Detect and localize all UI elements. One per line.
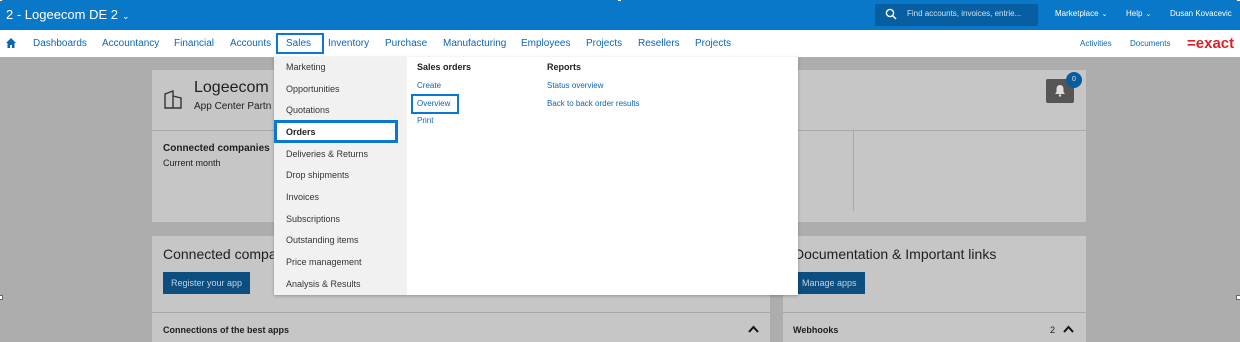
search-icon: [885, 8, 897, 20]
help-label: Help: [1126, 9, 1143, 18]
nav-resellers[interactable]: Resellers: [638, 38, 680, 49]
bell-icon: [1055, 85, 1065, 97]
connected-companies-title: Connected companies: [163, 143, 270, 154]
register-app-button[interactable]: Register your app: [163, 272, 251, 294]
resize-handle: [1236, 0, 1240, 2]
menu-item-analysis-results[interactable]: Analysis & Results: [286, 279, 361, 289]
nav-projects-2[interactable]: Projects: [695, 38, 731, 49]
menu-item-drop-shipments[interactable]: Drop shipments: [286, 170, 349, 180]
exact-logo: =exact: [1187, 35, 1235, 52]
webhooks-label: Webhooks: [793, 325, 839, 335]
nav-documents[interactable]: Documents: [1130, 39, 1170, 48]
chevron-down-icon: ⌄: [1145, 11, 1152, 18]
best-apps-label: Connections of the best apps: [163, 325, 290, 335]
menu-item-deliveries-returns[interactable]: Deliveries & Returns: [286, 149, 368, 159]
connected-panel-title: Connected compan: [163, 246, 285, 262]
menu-item-subscriptions[interactable]: Subscriptions: [286, 214, 340, 224]
divider: [783, 312, 1086, 313]
nav-inventory[interactable]: Inventory: [328, 38, 369, 49]
resize-handle: [1236, 295, 1240, 300]
nav-manufacturing[interactable]: Manufacturing: [443, 38, 506, 49]
menu-item-marketing[interactable]: Marketing: [286, 62, 326, 72]
link-back-to-back-order-results[interactable]: Back to back order results: [547, 99, 639, 108]
home-icon[interactable]: [5, 37, 17, 49]
link-print[interactable]: Print: [417, 116, 433, 125]
resize-handle: [0, 295, 3, 300]
search-input[interactable]: Find accounts, invoices, entrie...: [907, 9, 1021, 18]
sales-orders-heading: Sales orders: [417, 62, 472, 72]
chevron-up-icon[interactable]: [1063, 325, 1074, 333]
partner-label: App Center Partn: [194, 101, 272, 112]
chevron-down-icon: ⌄: [1101, 11, 1108, 18]
menu-item-orders[interactable]: Orders: [286, 127, 316, 137]
company-name: Logeecom: [194, 79, 269, 96]
menu-item-price-management[interactable]: Price management: [286, 257, 362, 267]
current-month-label: Current month: [163, 158, 221, 168]
user-menu[interactable]: Dusan Kovacevic: [1170, 9, 1232, 18]
menu-item-opportunities[interactable]: Opportunities: [286, 84, 340, 94]
manage-apps-button[interactable]: Manage apps: [794, 272, 865, 294]
resize-handle: [0, 0, 3, 2]
nav-sales[interactable]: Sales: [286, 38, 311, 49]
menu-item-invoices[interactable]: Invoices: [286, 192, 319, 202]
reports-heading: Reports: [547, 62, 582, 72]
marketplace-menu[interactable]: Marketplace ⌄: [1055, 9, 1107, 18]
divider: [152, 312, 770, 313]
notification-badge: 0: [1066, 72, 1082, 88]
divider: [853, 131, 854, 211]
company-name: 2 - Logeecom DE 2: [6, 7, 119, 22]
nav-activities[interactable]: Activities: [1080, 39, 1112, 48]
nav-accountancy[interactable]: Accountancy: [102, 38, 159, 49]
chevron-down-icon: ⌄: [122, 11, 130, 21]
nav-projects[interactable]: Projects: [586, 38, 622, 49]
marketplace-label: Marketplace: [1055, 9, 1099, 18]
main-nav: Dashboards Accountancy Financial Account…: [0, 30, 1240, 57]
resize-handle: [617, 0, 622, 2]
documentation-title: Documentation & Important links: [794, 246, 997, 262]
link-overview[interactable]: Overview: [417, 99, 450, 108]
nav-dashboards[interactable]: Dashboards: [33, 38, 87, 49]
nav-purchase[interactable]: Purchase: [385, 38, 427, 49]
link-create[interactable]: Create: [417, 81, 441, 90]
nav-accounts[interactable]: Accounts: [230, 38, 271, 49]
company-selector[interactable]: 2 - Logeecom DE 2 ⌄: [6, 7, 130, 22]
menu-item-outstanding-items[interactable]: Outstanding items: [286, 235, 359, 245]
building-icon: [164, 89, 182, 109]
sales-dropdown-menu: Marketing Opportunities Quotations Order…: [274, 57, 798, 295]
help-menu[interactable]: Help ⌄: [1126, 9, 1151, 18]
chevron-up-icon[interactable]: [748, 325, 759, 333]
search-box[interactable]: Find accounts, invoices, entrie...: [875, 4, 1038, 26]
nav-financial[interactable]: Financial: [174, 38, 214, 49]
menu-item-quotations[interactable]: Quotations: [286, 105, 330, 115]
top-bar: 2 - Logeecom DE 2 ⌄ Find accounts, invoic…: [0, 0, 1240, 30]
link-status-overview[interactable]: Status overview: [547, 81, 603, 90]
nav-employees[interactable]: Employees: [521, 38, 570, 49]
webhooks-count: 2: [1050, 325, 1056, 335]
